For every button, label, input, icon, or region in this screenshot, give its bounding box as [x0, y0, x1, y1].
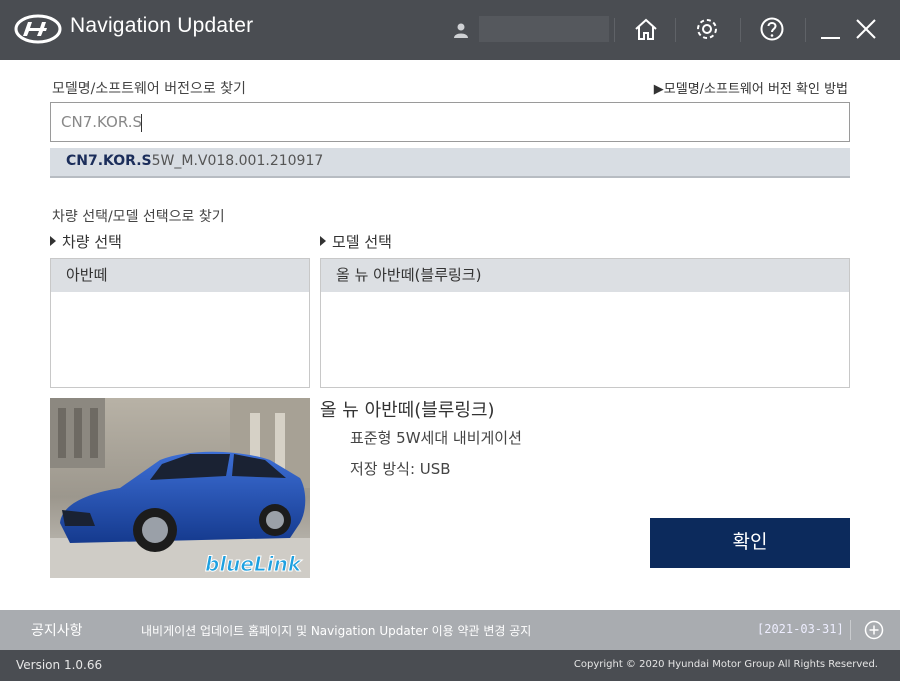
howto-link[interactable]: ▶모델명/소프트웨어 버전 확인 방법 — [654, 78, 848, 97]
model-name: 올 뉴 아반떼(블루링크) — [320, 400, 495, 421]
minimize-icon[interactable] — [818, 16, 844, 42]
app-title: Navigation Updater — [70, 14, 254, 37]
notice-link[interactable]: 내비게이션 업데이트 홈페이지 및 Navigation Updater 이용 … — [141, 622, 531, 639]
notice-divider — [850, 620, 851, 640]
confirm-button[interactable]: 확인 — [650, 518, 850, 568]
home-icon[interactable] — [633, 16, 659, 42]
search-section-label: 모델명/소프트웨어 버전으로 찾기 — [52, 81, 246, 97]
suggestion-rest: 5W_M.V018.001.210917 — [151, 153, 324, 169]
nav-type: 표준형 5W세대 내비게이션 — [350, 429, 522, 447]
suggestion-match: CN7.KOR.S — [66, 153, 152, 169]
notice-title: 공지사항 — [31, 623, 83, 639]
vehicle-select-label: 차량 선택 — [50, 231, 122, 252]
search-input[interactable] — [50, 102, 850, 142]
title-divider — [805, 18, 806, 42]
vehicle-list[interactable]: 아반떼 — [50, 258, 310, 388]
copyright: Copyright © 2020 Hyundai Motor Group All… — [573, 659, 878, 670]
user-icon — [454, 23, 468, 38]
title-divider — [675, 18, 676, 42]
storage-method: 저장 방식: USB — [350, 460, 451, 478]
text-caret — [141, 114, 142, 132]
car-image: blueLink — [50, 398, 310, 578]
footer: Version 1.0.66 Copyright © 2020 Hyundai … — [0, 650, 900, 681]
title-bar: Navigation Updater — [0, 0, 900, 60]
vehicle-section-label: 차량 선택/모델 선택으로 찾기 — [52, 209, 225, 225]
user-name-field[interactable] — [479, 16, 609, 42]
close-icon[interactable] — [853, 16, 879, 42]
title-divider — [614, 18, 615, 42]
search-suggestion[interactable]: CN7.KOR.S5W_M.V018.001.210917 — [50, 148, 850, 178]
model-list[interactable]: 올 뉴 아반떼(블루링크) — [320, 258, 850, 388]
list-item[interactable]: 올 뉴 아반떼(블루링크) — [321, 259, 849, 292]
version-label: Version 1.0.66 — [16, 658, 103, 672]
title-divider — [740, 18, 741, 42]
notice-bar: 공지사항 내비게이션 업데이트 홈페이지 및 Navigation Update… — [0, 610, 900, 650]
bluelink-badge: blueLink — [205, 552, 303, 576]
list-item[interactable]: 아반떼 — [51, 259, 309, 292]
plus-icon[interactable] — [864, 620, 884, 640]
model-select-label: 모델 선택 — [320, 231, 392, 252]
triangle-right-icon — [50, 236, 56, 246]
hyundai-logo — [14, 14, 62, 44]
help-icon[interactable] — [759, 16, 785, 42]
notice-date: [2021-03-31] — [757, 622, 844, 636]
triangle-right-icon — [320, 236, 326, 246]
gear-icon[interactable] — [694, 16, 720, 42]
